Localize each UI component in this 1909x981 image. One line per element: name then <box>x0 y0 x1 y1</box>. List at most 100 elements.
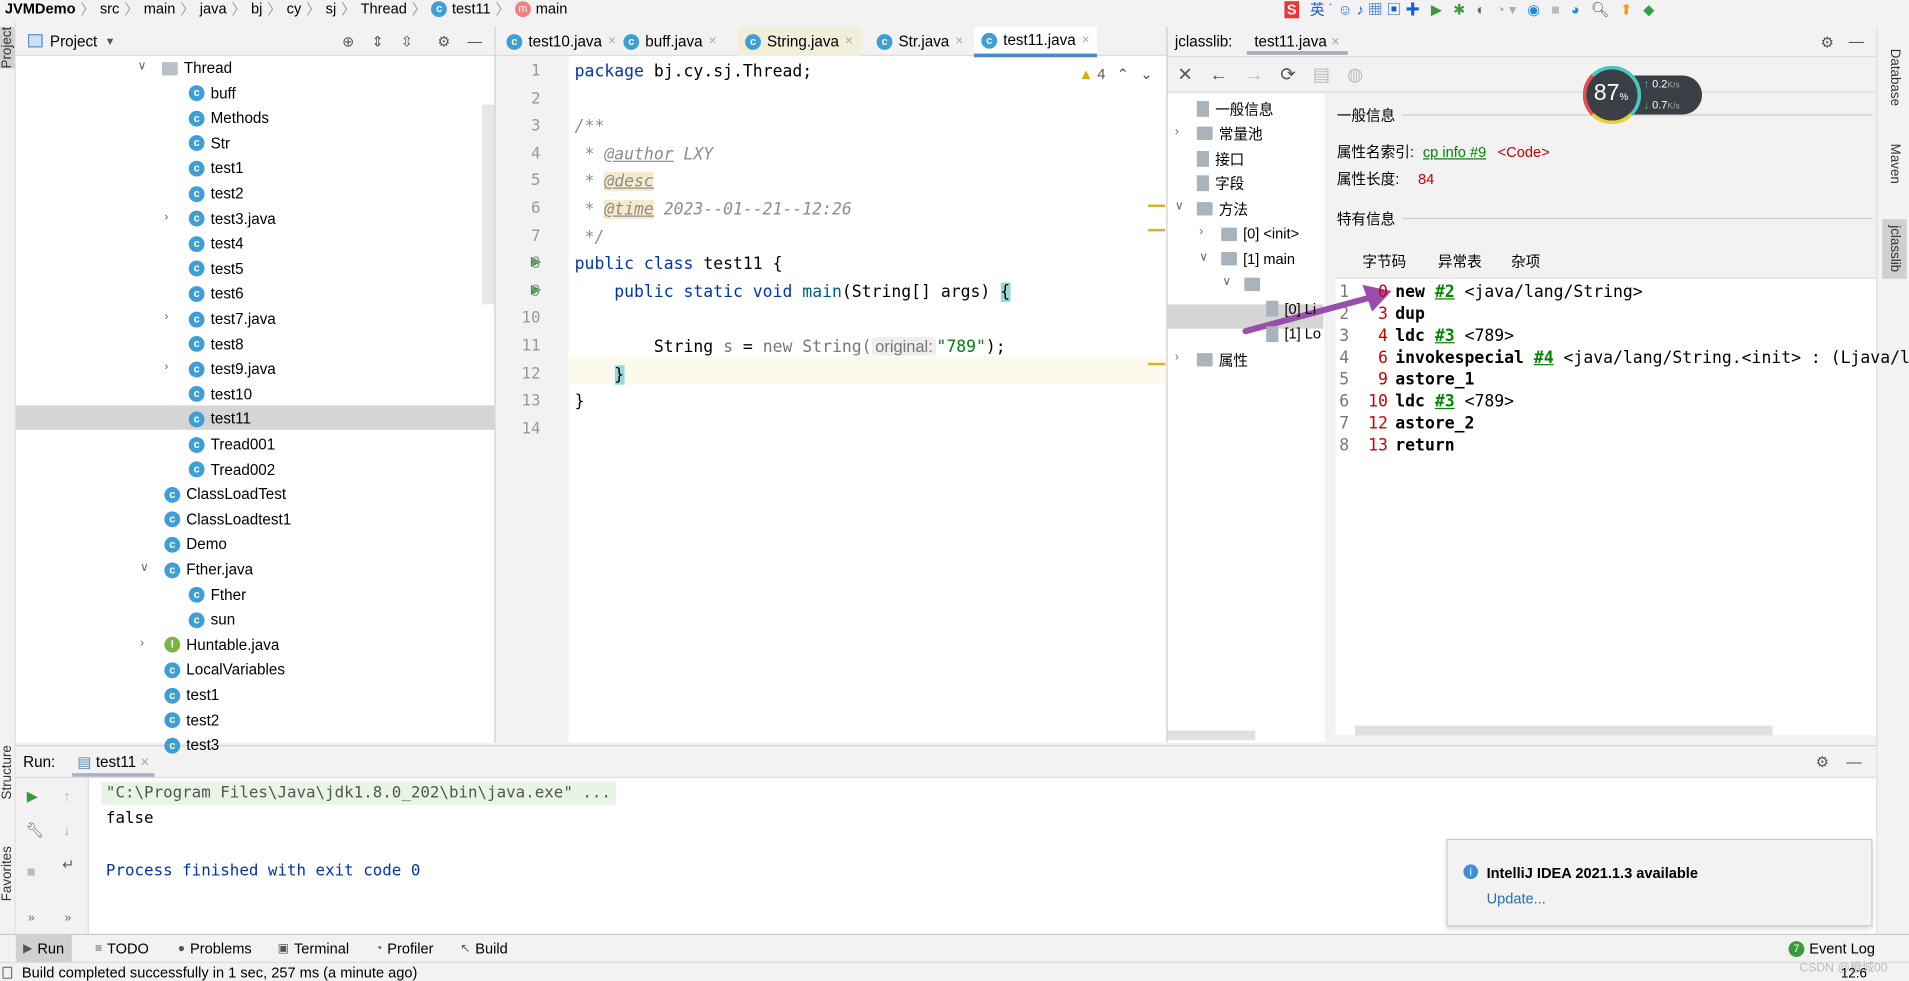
tree-item[interactable]: c test6 <box>188 282 244 306</box>
hide-icon[interactable]: — <box>468 32 483 49</box>
jclasslib-tree-item[interactable]: › 常量池 <box>1175 121 1263 145</box>
tree-item[interactable]: c LocalVariables <box>164 658 285 682</box>
tree-item[interactable]: c buff <box>188 81 236 105</box>
constant-pool-link[interactable]: #3 <box>1435 326 1455 345</box>
tree-item[interactable]: ∨ c Fther.java <box>140 558 253 582</box>
hide-icon[interactable]: — <box>1846 753 1861 770</box>
tree-item[interactable]: c test2 <box>164 708 219 732</box>
tree-item[interactable]: c test1 <box>164 683 219 707</box>
refresh-icon[interactable]: ⟳ <box>1280 63 1295 86</box>
bottom-tab-todo[interactable]: ≡ TODO <box>95 937 149 959</box>
next-icon[interactable]: ⌄ <box>1140 66 1152 83</box>
jclasslib-tree-item[interactable]: 接口 <box>1196 146 1244 170</box>
prev-icon[interactable]: ⌃ <box>1117 66 1129 83</box>
tab-bytecode[interactable]: 字节码 <box>1345 250 1424 282</box>
jclasslib-tree-item[interactable]: 一般信息 <box>1196 96 1274 120</box>
status-icon[interactable] <box>2 966 13 979</box>
expand-all-icon[interactable]: ⇕ <box>371 32 383 49</box>
database-tool-button[interactable]: Database <box>1887 49 1902 106</box>
tree-item[interactable]: c test8 <box>188 332 244 356</box>
chevron-right-icon[interactable]: › <box>1175 351 1179 364</box>
constant-pool-link[interactable]: #3 <box>1435 392 1455 411</box>
debug-icon[interactable]: ✱ <box>1453 1 1465 18</box>
close-icon[interactable]: × <box>955 34 963 49</box>
tree-item[interactable]: c Demo <box>164 533 227 557</box>
tree-item[interactable]: c ClassLoadtest1 <box>164 507 291 531</box>
editor-tab[interactable]: c String.java × <box>737 26 861 57</box>
tree-item[interactable]: c ClassLoadTest <box>164 482 286 506</box>
close-icon[interactable]: × <box>845 34 853 49</box>
save-icon[interactable]: ▤ <box>1313 63 1330 86</box>
tab-exception-table[interactable]: 异常表 <box>1423 250 1496 282</box>
jclasslib-tree-item[interactable]: ∨ 方法 <box>1175 196 1248 220</box>
bottom-tab-run[interactable]: ▶ Run <box>15 935 72 962</box>
toolbox-icon[interactable]: ◆ <box>1643 1 1654 18</box>
tree-item[interactable]: › c test7.java <box>164 307 275 331</box>
chevron-right-icon[interactable]: › <box>164 210 168 223</box>
cp-info-link[interactable]: cp info #9 <box>1423 144 1486 161</box>
close-icon[interactable]: × <box>608 34 616 49</box>
breadcrumb-item[interactable]: sj <box>326 0 337 17</box>
back-icon[interactable]: ← <box>1210 64 1228 85</box>
close-icon[interactable]: ✕ <box>1177 63 1192 86</box>
jclasslib-tree-scrollbar[interactable] <box>1167 730 1256 741</box>
bottom-tab-terminal[interactable]: ▣ Terminal <box>278 937 350 959</box>
editor-tab[interactable]: c test11.java × <box>974 26 1097 58</box>
tree-item[interactable]: c test11 <box>188 407 251 431</box>
tree-item[interactable]: c test3 <box>164 733 219 757</box>
tree-item[interactable]: › c test9.java <box>164 357 275 381</box>
breadcrumb-item[interactable]: test11 <box>452 0 491 17</box>
upgrade-icon[interactable]: ⬆ <box>1620 1 1632 18</box>
tree-item[interactable]: › c test3.java <box>164 206 275 230</box>
hide-icon[interactable]: — <box>1849 33 1864 50</box>
update-icon[interactable]: ◉ <box>1527 1 1540 18</box>
tree-item[interactable]: › I Huntable.java <box>140 633 279 657</box>
breadcrumb-item[interactable]: src <box>100 0 119 17</box>
jclasslib-tool-button[interactable]: jclasslib <box>1882 219 1907 279</box>
collapse-all-icon[interactable]: ⇳ <box>401 32 413 49</box>
jclasslib-tree-item[interactable]: ∨ [0] Code <box>1222 272 1321 296</box>
caret-position[interactable]: 12:6 <box>1841 967 1867 981</box>
breadcrumb-item[interactable]: main <box>536 0 568 17</box>
maven-tool-button[interactable]: Maven <box>1887 144 1902 184</box>
more-icon[interactable]: » <box>28 912 35 925</box>
breadcrumb-item[interactable]: bj <box>251 0 262 17</box>
settings-sync-icon[interactable]: ◕ <box>1571 1 1580 18</box>
chevron-right-icon[interactable]: › <box>140 637 144 650</box>
breadcrumb-item[interactable]: JVMDemo <box>5 0 76 17</box>
run-tab[interactable]: ▤ test11 × <box>72 747 155 777</box>
structure-tool-button[interactable]: Structure <box>0 745 15 799</box>
jclasslib-tree-item[interactable]: › 属性 <box>1175 347 1248 371</box>
tree-item[interactable]: c test2 <box>188 181 244 205</box>
warnings-indicator[interactable]: ▲ 4 ⌃ ⌄ <box>1079 66 1153 83</box>
breadcrumb-item[interactable]: java <box>200 0 227 17</box>
chevron-down-icon[interactable]: ∨ <box>1222 275 1231 288</box>
profile-icon[interactable]: ◔ ▾ <box>1496 1 1516 18</box>
tree-item[interactable]: c Fther <box>188 583 246 607</box>
ime-lang-icon[interactable]: 英 ˙ ☺ ♪ ▦ ▣ ✚ <box>1310 0 1420 19</box>
bytecode-hscrollbar[interactable] <box>1355 725 1773 736</box>
web-icon[interactable]: ◍ <box>1347 63 1363 86</box>
tree-item[interactable]: c Tread002 <box>188 457 275 481</box>
tree-item[interactable]: c test4 <box>188 232 244 256</box>
chevron-right-icon[interactable]: › <box>1175 125 1179 138</box>
bytecode-view[interactable] <box>1335 277 1877 736</box>
stop-icon[interactable]: ■ <box>27 863 36 880</box>
project-view-selector[interactable]: Project <box>50 32 97 49</box>
jclasslib-tree-item[interactable]: [0] Li <box>1266 297 1316 321</box>
chevron-down-icon[interactable]: ▼ <box>105 35 116 47</box>
close-icon[interactable]: × <box>1082 33 1090 48</box>
editor-tab[interactable]: c Str.java × <box>869 27 970 56</box>
tree-item[interactable]: c test10 <box>188 382 252 406</box>
jclasslib-tree-item[interactable]: ∨ [1] main <box>1199 247 1295 271</box>
scroll-up-icon[interactable]: ↑ <box>63 788 70 805</box>
gear-icon[interactable]: ⚙ <box>1821 32 1835 50</box>
project-tool-button[interactable]: Project <box>0 26 15 69</box>
tree-item[interactable]: c Tread001 <box>188 432 275 456</box>
chevron-right-icon[interactable]: › <box>164 310 168 323</box>
jclasslib-tab[interactable]: test11.java × <box>1247 29 1348 55</box>
chevron-down-icon[interactable]: ∨ <box>1199 250 1208 263</box>
jclasslib-tree-item[interactable]: [1] Lo <box>1266 322 1321 346</box>
tree-item[interactable]: c Methods <box>188 106 269 130</box>
rerun-icon[interactable]: ▶ <box>27 788 38 805</box>
